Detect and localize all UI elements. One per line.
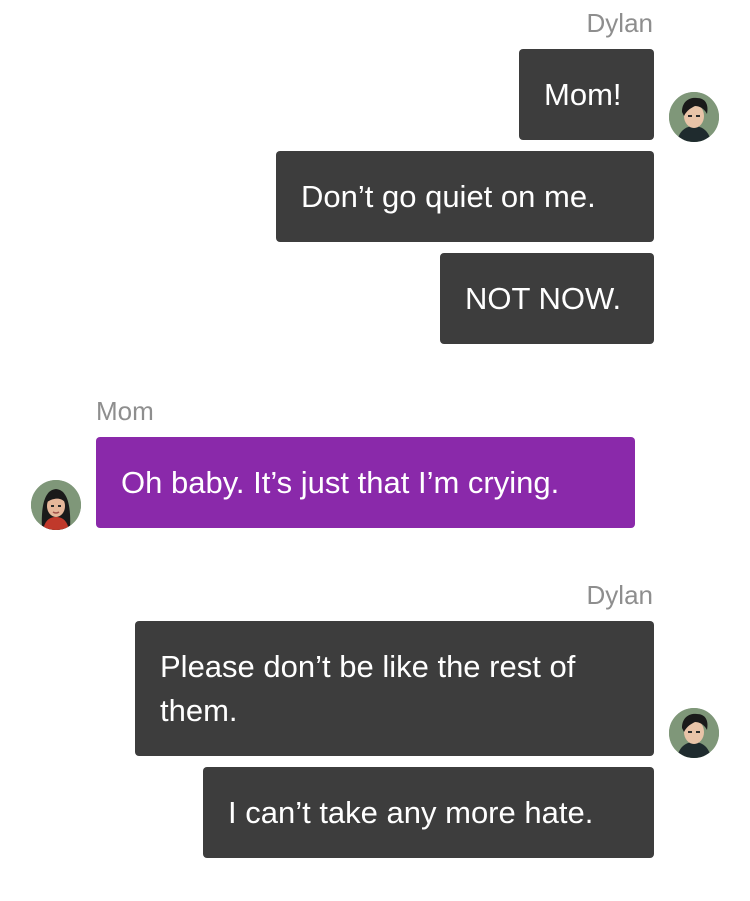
message-text: Oh baby. It’s just that I’m crying. xyxy=(121,464,560,500)
message-text: Don’t go quiet on me. xyxy=(301,178,596,214)
message-text: Please don’t be like the rest of them. xyxy=(160,648,576,728)
message-bubble[interactable]: Mom! xyxy=(519,49,654,140)
dylan-avatar[interactable] xyxy=(669,708,719,758)
person-icon xyxy=(669,92,719,142)
sender-label-dylan: Dylan xyxy=(586,580,653,610)
person-icon xyxy=(669,708,719,758)
dylan-avatar[interactable] xyxy=(669,92,719,142)
message-text: I can’t take any more hate. xyxy=(228,794,594,830)
mom-avatar[interactable] xyxy=(31,480,81,530)
message-bubble[interactable]: Don’t go quiet on me. xyxy=(276,151,654,242)
message-bubble[interactable]: NOT NOW. xyxy=(440,253,654,344)
message-text: Mom! xyxy=(544,76,622,112)
message-bubble[interactable]: Oh baby. It’s just that I’m crying. xyxy=(96,437,635,528)
message-bubble[interactable]: Please don’t be like the rest of them. xyxy=(135,621,654,756)
sender-label-mom: Mom xyxy=(96,396,154,426)
sender-label-dylan: Dylan xyxy=(586,8,653,38)
message-bubble[interactable]: I can’t take any more hate. xyxy=(203,767,654,858)
message-text: NOT NOW. xyxy=(465,280,622,316)
person-icon xyxy=(31,480,81,530)
